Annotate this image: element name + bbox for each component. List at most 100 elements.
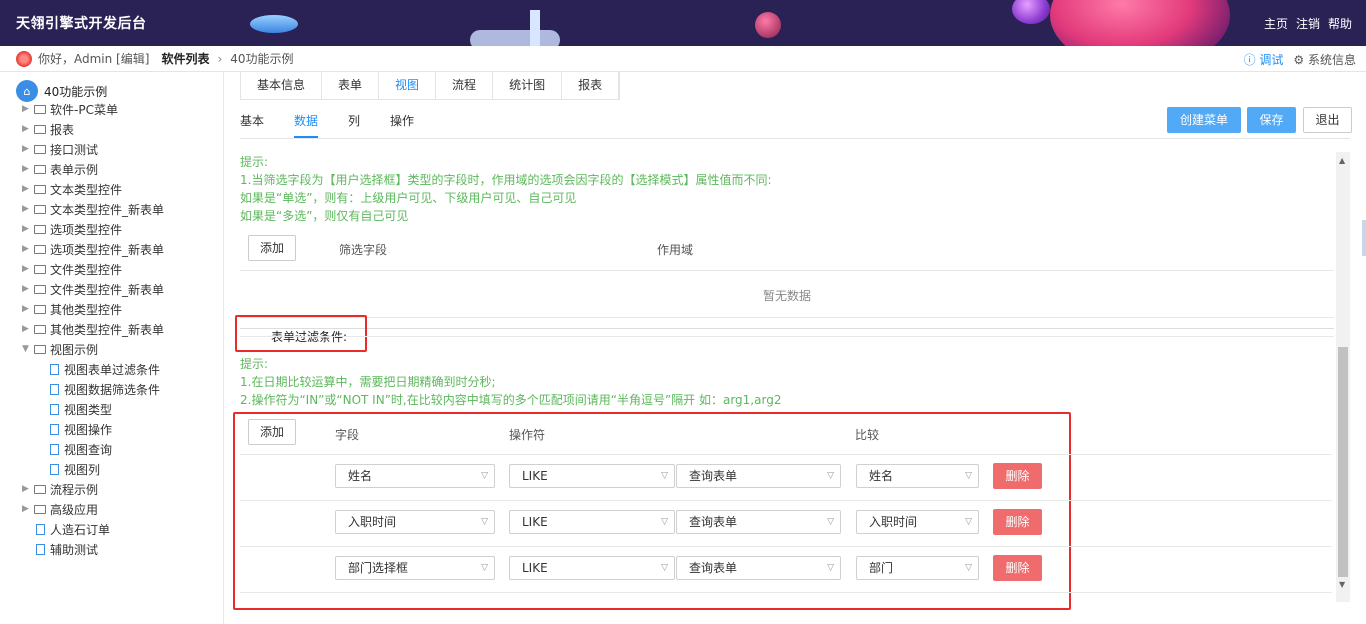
sidebar-item[interactable]: ▶ 软件-PC菜单 — [22, 100, 118, 118]
hint-line: 如果是“单选”，则有：上级用户可见、下级用户可见、自己可见 — [240, 191, 577, 205]
caret-right-icon[interactable]: ▶ — [22, 504, 34, 514]
user-greeting[interactable]: 你好，Admin [编辑] — [38, 50, 149, 67]
field-select[interactable]: 入职时间 ▽ — [335, 510, 495, 534]
nav-logout-link[interactable]: 注销 — [1296, 15, 1320, 32]
chevron-down-icon: ▽ — [661, 471, 668, 481]
source-select-value: 查询表单 — [689, 561, 738, 575]
scrollbar-thumb[interactable] — [1338, 347, 1348, 577]
save-button[interactable]: 保存 — [1247, 107, 1296, 133]
source-select[interactable]: 查询表单 ▽ — [676, 510, 841, 534]
sidebar-item[interactable]: ▶ 接口测试 — [22, 140, 98, 158]
source-select[interactable]: 查询表单 ▽ — [676, 556, 841, 580]
caret-right-icon[interactable]: ▶ — [22, 184, 34, 194]
sidebar-item-label: 视图表单过滤条件 — [64, 362, 161, 377]
subtab-actions[interactable]: 操作 — [390, 112, 414, 138]
caret-right-icon[interactable]: ▶ — [22, 284, 34, 294]
sidebar-item-label: 选项类型控件 — [50, 222, 123, 237]
sidebar-item-label: 文本类型控件_新表单 — [50, 202, 165, 217]
sidebar-item[interactable]: 视图表单过滤条件 — [50, 360, 160, 378]
caret-right-icon[interactable]: ▶ — [22, 104, 34, 114]
debug-link[interactable]: ⓘ 调试 — [1244, 51, 1284, 68]
caret-right-icon[interactable]: ▶ — [22, 244, 34, 254]
document-icon — [50, 403, 59, 415]
subtab-columns[interactable]: 列 — [348, 112, 360, 138]
field-select[interactable]: 部门选择框 ▽ — [335, 556, 495, 580]
tab-report[interactable]: 报表 — [562, 72, 620, 99]
delete-button[interactable]: 删除 — [993, 555, 1042, 581]
subtab-basic[interactable]: 基本 — [240, 112, 264, 138]
tab-chart[interactable]: 统计图 — [493, 72, 563, 99]
sidebar-item[interactable]: 辅助测试 — [36, 540, 98, 558]
add-filter-button[interactable]: 添加 — [248, 235, 296, 261]
delete-button[interactable]: 删除 — [993, 509, 1042, 535]
sidebar-item-label: 软件-PC菜单 — [50, 102, 118, 117]
chevron-down-icon: ▽ — [827, 563, 834, 573]
sidebar-item[interactable]: 视图数据筛选条件 — [50, 380, 160, 398]
caret-right-icon[interactable]: ▶ — [22, 204, 34, 214]
compare-select[interactable]: 部门 ▽ — [856, 556, 979, 580]
compare-select[interactable]: 入职时间 ▽ — [856, 510, 979, 534]
caret-right-icon[interactable]: ▶ — [22, 264, 34, 274]
operator-select[interactable]: LIKE ▽ — [509, 464, 675, 488]
caret-right-icon[interactable]: ▶ — [22, 484, 34, 494]
scroll-up-icon[interactable]: ▲ — [1339, 156, 1345, 165]
tab-form[interactable]: 表单 — [322, 72, 380, 99]
top-nav: 主页 注销 帮助 — [1264, 15, 1352, 32]
scroll-down-icon[interactable]: ▼ — [1339, 580, 1345, 589]
source-select[interactable]: 查询表单 ▽ — [676, 464, 841, 488]
sidebar-item[interactable]: 视图操作 — [50, 420, 112, 438]
tower-illustration — [530, 10, 540, 46]
sidebar-item[interactable]: ▶ 文本类型控件 — [22, 180, 122, 198]
sidebar-item[interactable]: 视图类型 — [50, 400, 112, 418]
sidebar-item[interactable]: ▶ 流程示例 — [22, 480, 98, 498]
chevron-down-icon: ▽ — [965, 517, 972, 527]
sidebar-item[interactable]: ▶ 文本类型控件_新表单 — [22, 200, 164, 218]
operator-select[interactable]: LIKE ▽ — [509, 510, 675, 534]
create-menu-button[interactable]: 创建菜单 — [1167, 107, 1241, 133]
sidebar-item[interactable]: ▶ 其他类型控件_新表单 — [22, 320, 164, 338]
exit-button[interactable]: 退出 — [1303, 107, 1352, 133]
sidebar-item[interactable]: ▼ 视图示例 — [22, 340, 98, 358]
sidebar-item[interactable]: 视图列 — [50, 460, 100, 478]
caret-right-icon[interactable]: ▶ — [22, 324, 34, 334]
chevron-down-icon: ▽ — [481, 563, 488, 573]
sidebar-item[interactable]: ▶ 高级应用 — [22, 500, 98, 518]
compare-select[interactable]: 姓名 ▽ — [856, 464, 979, 488]
caret-right-icon[interactable]: ▶ — [22, 144, 34, 154]
sidebar-item[interactable]: ▶ 文件类型控件_新表单 — [22, 280, 164, 298]
folder-icon — [34, 124, 46, 134]
fieldset-line — [240, 328, 1334, 329]
sidebar-item[interactable]: ▶ 选项类型控件_新表单 — [22, 240, 164, 258]
tab-basic-info[interactable]: 基本信息 — [241, 72, 323, 99]
operator-select[interactable]: LIKE ▽ — [509, 556, 675, 580]
document-icon — [36, 523, 45, 535]
caret-right-icon[interactable]: ▶ — [22, 124, 34, 134]
sidebar-item[interactable]: ▶ 表单示例 — [22, 160, 98, 178]
add-condition-button[interactable]: 添加 — [248, 419, 296, 445]
sidebar-item[interactable]: 视图查询 — [50, 440, 112, 458]
system-info-link[interactable]: ⚙ 系统信息 — [1293, 51, 1356, 68]
breadcrumb-separator: › — [217, 51, 223, 66]
caret-right-icon[interactable]: ▶ — [22, 304, 34, 314]
caret-down-icon[interactable]: ▼ — [22, 344, 34, 354]
tab-view[interactable]: 视图 — [379, 72, 437, 99]
sidebar-item[interactable]: ▶ 报表 — [22, 120, 74, 138]
sidebar-item[interactable]: ▶ 其他类型控件 — [22, 300, 122, 318]
caret-right-icon[interactable]: ▶ — [22, 224, 34, 234]
nav-home-link[interactable]: 主页 — [1264, 15, 1288, 32]
breadcrumb-software-list[interactable]: 软件列表 — [161, 50, 209, 67]
sidebar-item[interactable]: ▶ 选项类型控件 — [22, 220, 122, 238]
sidebar-item[interactable]: ▶ 文件类型控件 — [22, 260, 122, 278]
sidebar-item-label: 其他类型控件_新表单 — [50, 322, 165, 337]
sidebar-item-label: 视图操作 — [64, 422, 113, 437]
tree-root[interactable]: ⌂ 40功能示例 — [16, 80, 107, 102]
delete-button[interactable]: 删除 — [993, 463, 1042, 489]
field-select[interactable]: 姓名 ▽ — [335, 464, 495, 488]
caret-right-icon[interactable]: ▶ — [22, 164, 34, 174]
subtab-data[interactable]: 数据 — [294, 112, 319, 138]
main-panel: 基本信息 表单 视图 流程 统计图 报表 基本 数据 列 操作 创建菜单 保存 … — [225, 72, 1366, 624]
tab-flow[interactable]: 流程 — [436, 72, 494, 99]
sidebar-item[interactable]: 人造石订单 — [36, 520, 110, 538]
folder-icon — [34, 244, 46, 254]
nav-help-link[interactable]: 帮助 — [1328, 15, 1352, 32]
